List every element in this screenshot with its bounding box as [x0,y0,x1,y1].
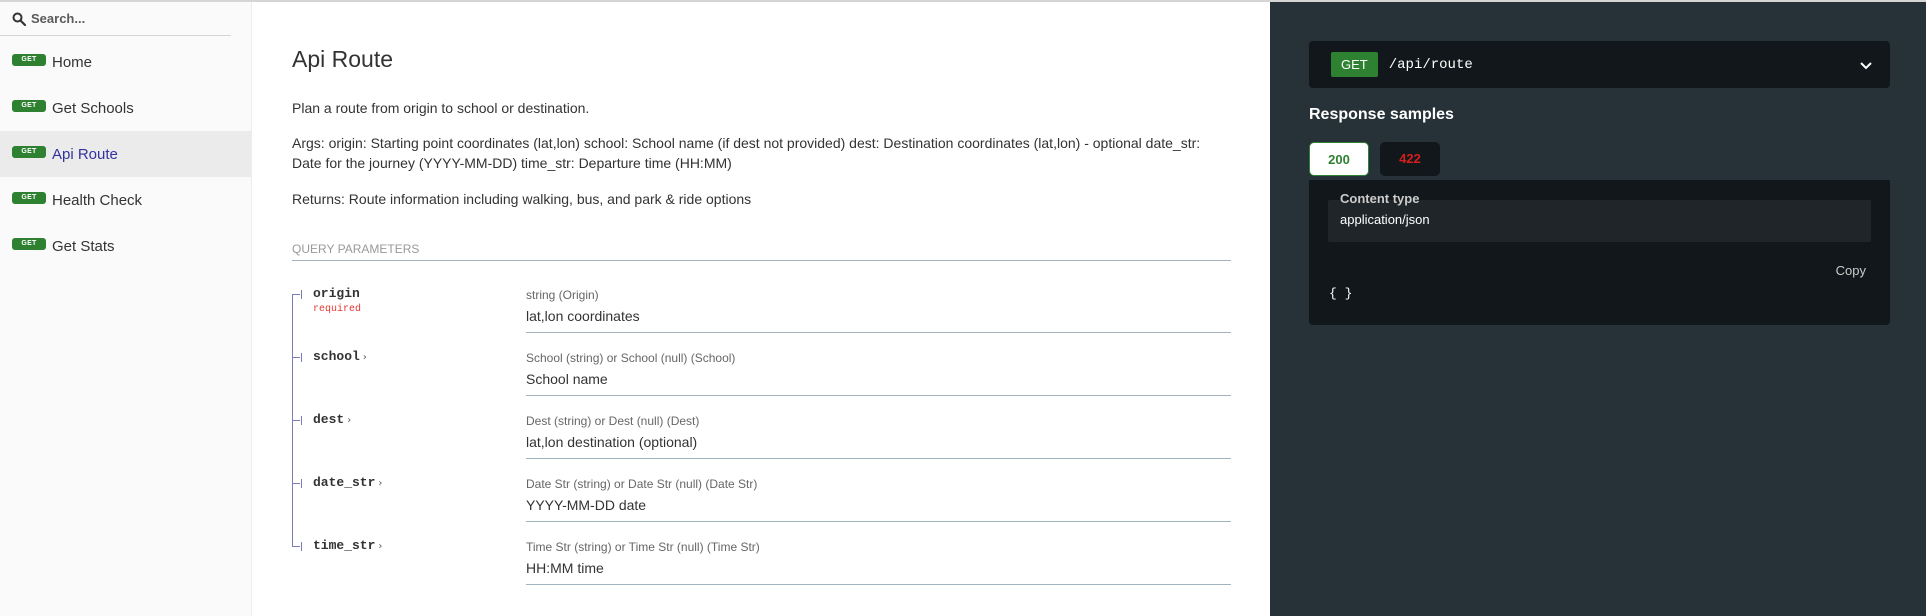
get-method-badge: GET [12,146,46,158]
param-description-cell: Date Str (string) or Date Str (null) (Da… [526,459,1231,522]
tree-tick [301,542,302,551]
param-description: HH:MM time [526,560,604,576]
param-type: Dest (string) or Dest (null) (Dest) [526,414,700,428]
tree-line [292,333,293,396]
param-name-toggle[interactable]: school › [313,349,367,364]
search-box [0,2,231,36]
chevron-right-icon: › [362,352,367,363]
page-title: Api Route [292,46,394,72]
param-row-dest: dest › Dest (string) or Dest (null) (Dest… [292,396,1231,459]
endpoint-dropdown[interactable]: GET /api/route [1309,41,1890,88]
response-tab-422[interactable]: 422 [1380,142,1440,176]
sidebar-item-home[interactable]: GET Home [0,39,251,85]
get-method-badge: GET [12,238,46,250]
param-description: lat,lon destination (optional) [526,434,698,450]
param-name: school [313,349,360,364]
param-name-toggle[interactable]: date_str › [313,475,382,490]
search-icon [12,12,26,26]
param-description-cell: School (string) or School (null) (School… [526,333,1231,396]
operation-description: Plan a route from origin to school or de… [292,100,590,116]
get-method-badge: GET [12,54,46,66]
tree-tick [301,416,302,425]
tree-line [292,522,293,547]
param-required-label: required [313,304,362,315]
operation-args: Args: origin: Starting point coordinates… [292,135,1201,171]
copy-button[interactable]: Copy [1836,263,1866,278]
param-row-origin: origin required string (Origin) lat,lon … [292,270,1231,333]
param-name-toggle[interactable]: time_str › [313,538,382,553]
sidebar-item-get-stats[interactable]: GET Get Stats [0,223,251,269]
tree-line [292,459,293,522]
tree-line [292,396,293,459]
endpoint-method-badge: GET [1331,52,1378,77]
sidebar: GET Home GET Get Schools GET Api Route G… [0,2,252,616]
param-name: dest [313,412,345,427]
param-row-date-str: date_str › Date Str (string) or Date Str … [292,459,1231,522]
get-method-badge: GET [12,192,46,204]
chevron-right-icon: › [378,541,383,552]
param-name: origin [313,286,360,301]
param-row-time-str: time_str › Time Str (string) or Time Str … [292,522,1231,585]
sidebar-item-label: Home [52,53,93,71]
param-description: lat,lon coordinates [526,308,640,324]
sidebar-item-label: Health Check [52,191,143,209]
tree-branch [292,294,300,295]
param-row-school: school › School (string) or School (null)… [292,333,1231,396]
response-samples-title: Response samples [1309,106,1454,123]
param-name: time_str [313,538,376,553]
tree-branch [292,483,300,484]
param-name-toggle[interactable]: dest › [313,412,351,427]
sidebar-item-health-check[interactable]: GET Health Check [0,177,251,223]
param-description: School name [526,371,608,387]
sidebar-item-label: Get Schools [52,99,134,117]
get-method-badge: GET [12,100,46,112]
json-sample-body: { } [1329,286,1353,301]
param-type: School (string) or School (null) (School… [526,351,736,365]
content-type-label: Content type [1340,191,1420,206]
param-name: date_str [313,475,376,490]
response-sample-panel: Content type application/json Copy { } [1309,180,1890,325]
right-panel: GET /api/route Response samples 200 422 … [1270,2,1926,616]
tree-line [292,294,293,333]
tree-branch [292,420,300,421]
top-border [0,0,1926,2]
sidebar-nav: GET Home GET Get Schools GET Api Route G… [0,39,251,269]
tree-branch [292,357,300,358]
tree-branch [292,546,300,547]
sidebar-item-label: Get Stats [52,237,115,255]
chevron-down-icon [1860,61,1872,69]
sidebar-item-api-route[interactable]: GET Api Route [0,131,251,177]
content-type-selector[interactable]: Content type application/json [1328,191,1871,242]
chevron-right-icon: › [347,415,352,426]
main-content: Api Route Plan a route from origin to sc… [253,2,1270,616]
operation-returns: Returns: Route information including wal… [292,191,752,207]
param-type: Time Str (string) or Time Str (null) (Ti… [526,540,760,554]
sidebar-item-get-schools[interactable]: GET Get Schools [0,85,251,131]
param-description-cell: Time Str (string) or Time Str (null) (Ti… [526,522,1231,585]
tree-tick [301,353,302,362]
param-description: YYYY-MM-DD date [526,497,647,513]
param-type: string (Origin) [526,288,599,302]
sidebar-item-label: Api Route [52,145,118,163]
endpoint-path: /api/route [1388,56,1473,73]
query-parameters-header: QUERY PARAMETERS [292,242,1231,261]
parameters-list: origin required string (Origin) lat,lon … [292,270,1231,585]
tree-tick [301,479,302,488]
param-description-cell: string (Origin) lat,lon coordinates [526,270,1231,333]
tree-tick [301,290,302,299]
chevron-right-icon: › [378,478,383,489]
search-input[interactable] [31,11,231,26]
param-description-cell: Dest (string) or Dest (null) (Dest) lat,… [526,396,1231,459]
param-type: Date Str (string) or Date Str (null) (Da… [526,477,758,491]
response-tab-200[interactable]: 200 [1309,142,1369,176]
content-type-value: application/json [1340,212,1430,227]
